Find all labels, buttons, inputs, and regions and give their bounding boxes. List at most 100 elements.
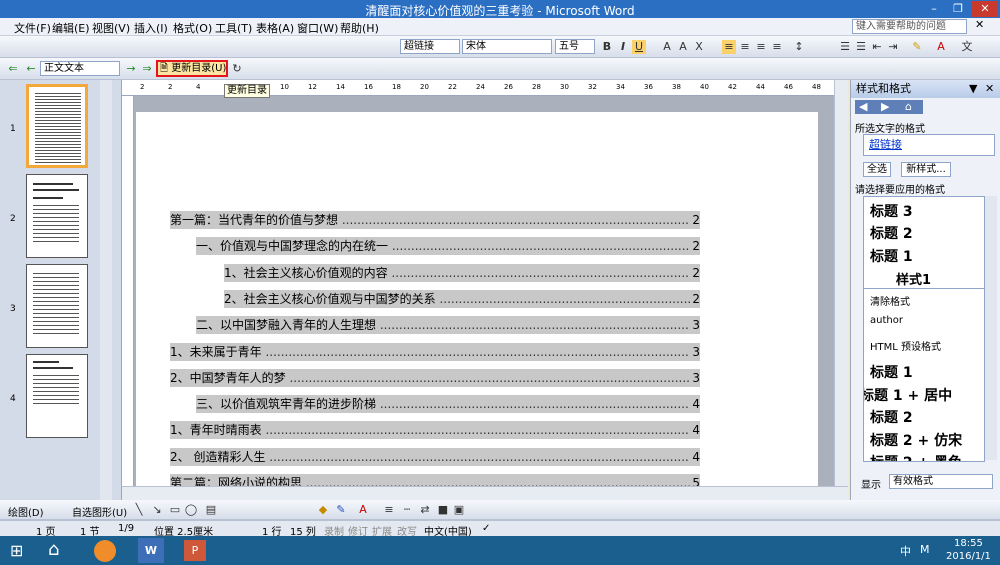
menu-insert[interactable]: 插入(I)	[134, 20, 168, 36]
promote-heading-icon[interactable]: ⇐	[6, 62, 20, 76]
underline-icon[interactable]: U	[632, 40, 646, 54]
font-size-combo[interactable]: 五号	[555, 39, 595, 54]
back-icon[interactable]: ◀	[859, 100, 867, 113]
line-icon[interactable]: ╲	[132, 503, 146, 517]
word-taskbar-icon[interactable]: W	[138, 538, 164, 563]
thumb-page-2[interactable]	[26, 174, 88, 258]
promote-icon[interactable]: ←	[24, 62, 38, 76]
maximize-button[interactable]: ❐	[946, 1, 970, 17]
textbox-icon[interactable]: ▤	[204, 503, 218, 517]
firefox-icon[interactable]	[94, 540, 116, 562]
close-icon[interactable]: ✕	[985, 80, 994, 98]
style-list[interactable]: 标题 3 标题 2 标题 1 样式1 清除格式 author HTML 预设格式 标题 1 标题…	[863, 196, 985, 462]
style-item[interactable]: 标题 1	[870, 246, 913, 266]
tray-m-icon[interactable]: M	[920, 543, 930, 556]
char-border-icon[interactable]: A	[660, 40, 674, 54]
demote-body-icon[interactable]: ⇒	[140, 62, 154, 76]
style-combo[interactable]: 超链接	[400, 39, 460, 54]
style-item[interactable]: HTML 预设格式	[870, 338, 941, 353]
phonetic-icon[interactable]: 文	[960, 40, 974, 54]
toc-entry[interactable]: 2、中国梦青年人的梦 .............................…	[170, 368, 700, 387]
menu-window[interactable]: 窗口(W)	[297, 20, 338, 36]
italic-icon[interactable]: I	[616, 40, 630, 54]
toc-entry[interactable]: 1、未来属于青年 ...............................…	[170, 342, 700, 361]
bullets-icon[interactable]: ☰	[854, 40, 868, 54]
style-item[interactable]: 样式1	[896, 269, 931, 288]
windows-start-icon[interactable]: ⊞	[10, 541, 23, 560]
help-search-input[interactable]: 键入需要帮助的问题	[852, 19, 967, 34]
menu-view[interactable]: 视图(V)	[92, 20, 130, 36]
oval-icon[interactable]: ◯	[184, 503, 198, 517]
style-item[interactable]: 标题 2	[870, 407, 913, 427]
goto-toc-icon[interactable]: ↻	[230, 62, 244, 76]
style-list-scrollbar[interactable]	[985, 196, 997, 460]
style-item[interactable]: 标题 1	[870, 362, 913, 382]
highlight-icon[interactable]: ✎	[910, 40, 924, 54]
style-item[interactable]: 标题 3	[870, 201, 913, 221]
line-color-icon[interactable]: ✎	[334, 503, 348, 517]
line-style-icon[interactable]: ≡	[382, 503, 396, 517]
align-center-icon[interactable]: ≡	[738, 40, 752, 54]
thumb-scrollbar[interactable]	[100, 80, 112, 500]
toc-entry[interactable]: 一、价值观与中国梦理念的内在统一 .......................…	[196, 237, 700, 256]
autoshape-menu[interactable]: 自选图形(U)	[72, 504, 127, 519]
thumb-page-4[interactable]	[26, 354, 88, 438]
indent-icon[interactable]: ⇥	[886, 40, 900, 54]
demote-icon[interactable]: →	[124, 62, 138, 76]
draw-font-color-icon[interactable]: A	[356, 503, 370, 517]
toc-entry[interactable]: 三、以价值观筑牢青年的进步阶梯 ........................…	[196, 395, 700, 414]
menu-help[interactable]: 帮助(H)	[340, 20, 379, 36]
thumb-page-3[interactable]	[26, 264, 88, 348]
thumb-page-1[interactable]	[26, 84, 88, 168]
new-style-button[interactable]: 新样式...	[901, 162, 951, 177]
menu-format[interactable]: 格式(O)	[173, 20, 212, 36]
char-scale-icon[interactable]: X	[692, 40, 706, 54]
fill-color-icon[interactable]: ◆	[316, 503, 330, 517]
font-combo[interactable]: 宋体	[462, 39, 552, 54]
arrow-icon[interactable]: ↘	[150, 503, 164, 517]
selected-style-box[interactable]: 超链接	[863, 134, 995, 156]
align-justify-icon[interactable]: ≡	[722, 40, 736, 54]
menu-edit[interactable]: 编辑(E)	[52, 20, 90, 36]
outdent-icon[interactable]: ⇤	[870, 40, 884, 54]
ime-indicator[interactable]: 中	[900, 543, 911, 559]
close-button[interactable]: ✕	[972, 1, 998, 17]
3d-icon[interactable]: ▣	[452, 503, 466, 517]
powerpoint-taskbar-icon[interactable]: P	[184, 540, 206, 561]
style-item[interactable]: 清除格式	[870, 293, 910, 308]
select-all-button[interactable]: 全选	[863, 162, 891, 177]
doc-close-icon[interactable]: ✕	[975, 18, 984, 31]
horizontal-scrollbar[interactable]	[122, 486, 848, 500]
dash-style-icon[interactable]: ┄	[400, 503, 414, 517]
numbering-icon[interactable]: ☰	[838, 40, 852, 54]
draw-menu[interactable]: 绘图(D)	[8, 504, 44, 519]
vertical-ruler[interactable]	[122, 96, 134, 498]
toc-entry[interactable]: 第二篇：网络小说的构思 ............................…	[170, 474, 700, 486]
style-item[interactable]: 标题 1 + 居中	[864, 385, 952, 405]
char-shading-icon[interactable]: A	[676, 40, 690, 54]
style-item[interactable]: 标题 2 + 仿宋	[870, 430, 962, 450]
outline-level-combo[interactable]: 正文文本	[40, 61, 120, 76]
show-combo[interactable]: 有效格式	[889, 474, 993, 489]
rectangle-icon[interactable]: ▭	[168, 503, 182, 517]
chevron-down-icon[interactable]: ▼	[969, 80, 977, 98]
line-spacing-icon[interactable]: ↕	[792, 40, 806, 54]
align-right-icon[interactable]: ≡	[754, 40, 768, 54]
ie-home-icon[interactable]: ⌂	[48, 539, 59, 560]
update-toc-button[interactable]: 🗎 更新目录(U)	[156, 60, 228, 77]
style-item[interactable]: 标题 2 + 黑色	[870, 452, 962, 461]
distribute-icon[interactable]: ≡	[770, 40, 784, 54]
toc-entry[interactable]: 1、社会主义核心价值观的内容 .........................…	[224, 263, 700, 282]
menu-file[interactable]: 文件(F)	[14, 20, 51, 36]
shadow-icon[interactable]: ■	[436, 503, 450, 517]
document-page[interactable]: 第一篇：当代青年的价值与梦想 .........................…	[136, 112, 818, 486]
forward-icon[interactable]: ▶	[881, 100, 889, 113]
vertical-scrollbar[interactable]	[834, 80, 848, 488]
toc-entry[interactable]: 二、以中国梦融入青年的人生理想 ........................…	[196, 316, 700, 335]
toc-entry[interactable]: 1、青年时晴雨表 ...............................…	[170, 421, 700, 440]
menu-tools[interactable]: 工具(T)	[215, 20, 252, 36]
toc-entry[interactable]: 2、社会主义核心价值观与中国梦的关系 .....................…	[224, 289, 700, 308]
arrow-style-icon[interactable]: ⇄	[418, 503, 432, 517]
toc-entry[interactable]: 2、 创造精彩人生 ..............................…	[170, 447, 700, 466]
style-item[interactable]: author	[870, 315, 903, 326]
